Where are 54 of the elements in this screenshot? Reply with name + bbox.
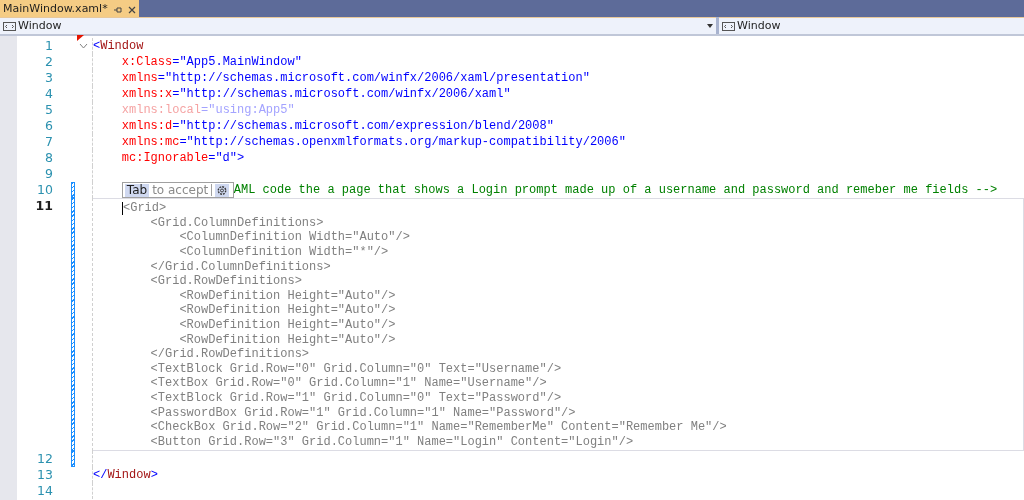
code-line: AML code the a page that shows a Login prompt made up of a username and password and remeber me fields -->	[233, 182, 998, 198]
settings-icon[interactable]	[215, 183, 230, 197]
code-line: mc:Ignorable="d">	[120, 150, 245, 166]
line-number: 14	[37, 483, 53, 500]
suggested-code-line: <TextBlock Grid.Row="1" Grid.Column="0" Text="Password"/>	[149, 391, 562, 405]
suggested-code-line: <Grid.ColumnDefinitions>	[149, 215, 324, 230]
line-number: 12	[37, 451, 53, 468]
line-number: 9	[45, 166, 53, 182]
code-line: xmlns:local="using:App5"	[120, 102, 295, 118]
line-number: 8	[45, 150, 53, 166]
suggested-code-line: <ColumnDefinition Width="*"/>	[178, 245, 389, 260]
element-icon	[722, 21, 735, 31]
pin-icon[interactable]	[113, 5, 122, 14]
suggested-code-line: </Grid.ColumnDefinitions>	[149, 259, 331, 274]
collapse-icon[interactable]	[79, 43, 88, 49]
member-dropdown[interactable]: Window	[719, 17, 1024, 34]
suggested-code-line: <Grid>	[123, 201, 167, 216]
line-number: 7	[45, 134, 53, 150]
line-number: 5	[45, 102, 53, 118]
code-line: xmlns:mc="http://schemas.openxmlformats.org/markup-compatibility/2006"	[120, 134, 626, 150]
line-number: 10	[37, 182, 53, 198]
suggested-code-line: <RowDefinition Height="Auto"/>	[178, 332, 396, 347]
suggested-code-line: <ColumnDefinition Width="Auto"/>	[178, 230, 410, 245]
line-number: 13	[37, 467, 53, 484]
suggested-code-line: <TextBox Grid.Row="0" Grid.Column="1" Name="Username"/>	[149, 376, 547, 391]
code-line: xmlns:d="http://schemas.microsoft.com/expression/blend/2008"	[120, 118, 554, 134]
text-cursor	[122, 201, 123, 215]
code-line: </Window>	[93, 467, 158, 484]
document-tab[interactable]: MainWindow.xaml*	[0, 0, 139, 17]
suggested-code-line: <TextBlock Grid.Row="0" Grid.Column="0" Text="Username"/>	[149, 361, 562, 376]
code-line: xmlns="http://schemas.microsoft.com/winfx/2006/xaml/presentation"	[120, 70, 590, 86]
line-number: 11	[35, 198, 53, 214]
suggested-code-line: <Button Grid.Row="3" Grid.Column="1" Name="Login" Content="Login"/>	[149, 434, 634, 449]
code-line: xmlns:x="http://schemas.microsoft.com/winfx/2006/xaml"	[120, 86, 511, 102]
close-icon[interactable]	[127, 5, 136, 14]
line-number: 3	[45, 70, 53, 86]
suggested-code-line: <PasswordBox Grid.Row="1" Grid.Column="1" Name="Password"/>	[149, 405, 576, 420]
dropdown-caret-icon	[707, 24, 713, 28]
tab-key: Tab	[124, 183, 150, 197]
line-number: 2	[45, 54, 53, 70]
suggested-code-line: <RowDefinition Height="Auto"/>	[178, 303, 396, 318]
type-dropdown[interactable]: Window	[0, 17, 716, 34]
suggested-code-line: <RowDefinition Height="Auto"/>	[178, 288, 396, 303]
suggested-code-line: </Grid.RowDefinitions>	[149, 347, 310, 362]
line-number: 4	[45, 86, 53, 102]
suggested-code-line: <Grid.RowDefinitions>	[149, 274, 302, 289]
hint-text: to accept	[152, 183, 209, 197]
suggested-code-line: <RowDefinition Height="Auto"/>	[178, 318, 396, 333]
line-number: 1	[45, 38, 53, 54]
code-line: x:Class="App5.MainWindow"	[120, 54, 302, 70]
suggested-code-line: <CheckBox Grid.Row="2" Grid.Column="1" Name="RememberMe" Content="Remember Me"/>	[149, 420, 727, 435]
line-number: 6	[45, 118, 53, 134]
code-line: <Window	[93, 38, 144, 54]
element-icon	[3, 21, 16, 31]
